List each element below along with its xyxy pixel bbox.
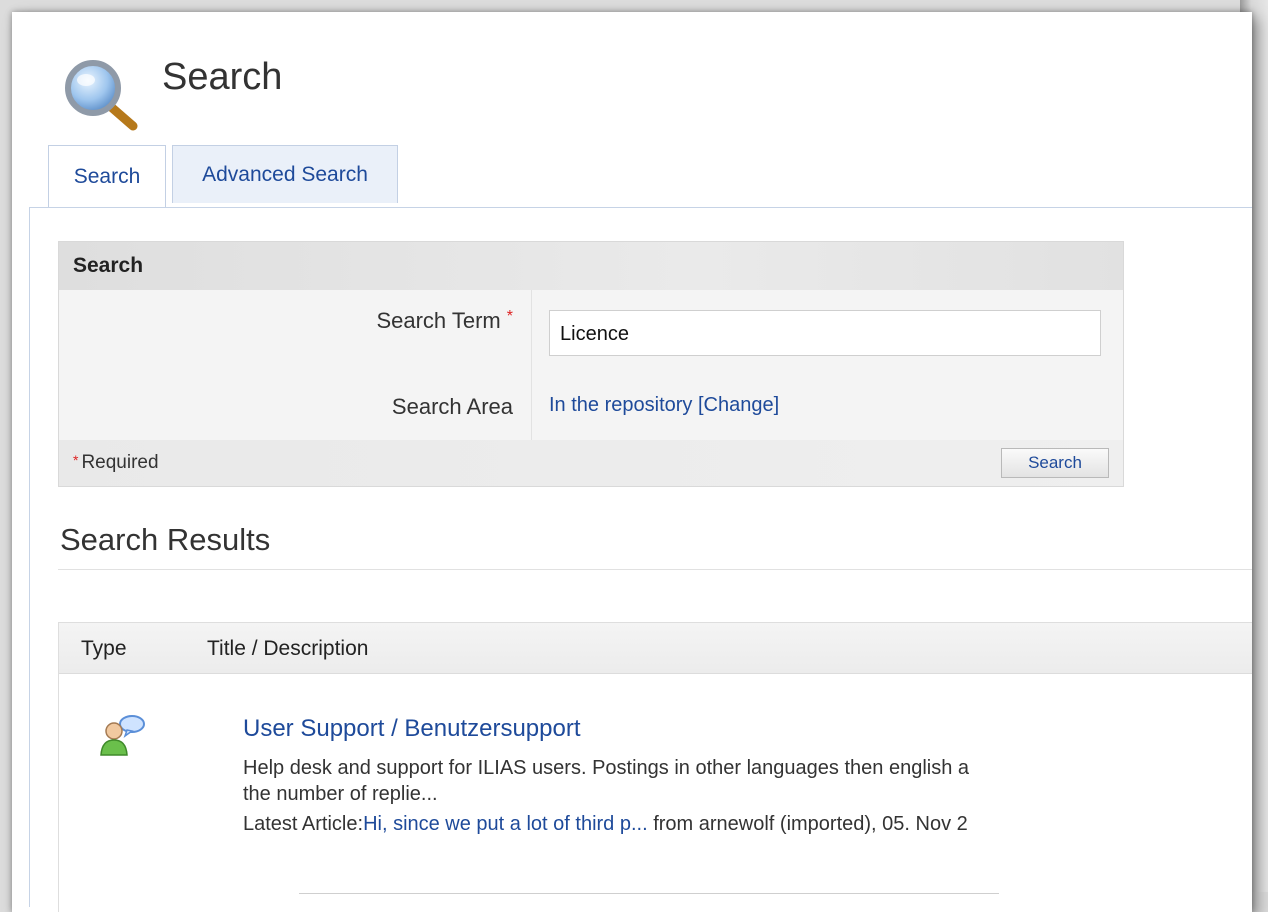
results-table-header: Type Title / Description bbox=[59, 623, 1252, 674]
tab-search[interactable]: Search bbox=[48, 145, 166, 207]
search-form-header: Search bbox=[59, 242, 1123, 290]
search-form: Search Search Term * Licence Search Area … bbox=[58, 241, 1124, 487]
search-form-footer: * Required Search bbox=[59, 440, 1123, 486]
search-term-input[interactable]: Licence bbox=[549, 310, 1101, 356]
result-description-line-2: the number of replie... bbox=[243, 783, 438, 805]
result-description-line-1: Help desk and support for ILIAS users. P… bbox=[243, 757, 970, 779]
forum-users-icon bbox=[100, 715, 145, 756]
search-term-label: Search Term * bbox=[376, 308, 513, 333]
latest-article-link[interactable]: Hi, since we put a lot of third p... bbox=[363, 813, 648, 835]
result-description: Help desk and support for ILIAS users. P… bbox=[243, 755, 1252, 807]
search-button[interactable]: Search bbox=[1001, 448, 1109, 478]
search-area-label: Search Area bbox=[391, 394, 513, 419]
column-title-description: Title / Description bbox=[207, 637, 369, 660]
tab-advanced-search[interactable]: Advanced Search bbox=[172, 145, 398, 203]
latest-article-meta: from arnewolf (imported), 05. Nov 2 bbox=[647, 813, 968, 835]
results-divider bbox=[58, 569, 1252, 570]
result-latest-article: Latest Article:Hi, since we put a lot of… bbox=[243, 813, 968, 836]
search-area-change-link[interactable]: In the repository [Change] bbox=[549, 394, 779, 417]
column-type: Type bbox=[81, 637, 127, 660]
latest-article-label: Latest Article: bbox=[243, 813, 364, 835]
tab-underline bbox=[29, 207, 1252, 208]
required-star: * bbox=[506, 308, 513, 325]
result-title-link[interactable]: User Support / Benutzersupport bbox=[243, 715, 581, 743]
content-left-border bbox=[29, 207, 30, 907]
page-window: Search Search Advanced Search Search Sea… bbox=[12, 12, 1252, 912]
page-title: Search bbox=[162, 56, 283, 98]
results-title: Search Results bbox=[60, 522, 271, 557]
form-column-divider bbox=[531, 290, 532, 440]
magnifier-icon bbox=[65, 60, 138, 131]
result-row-divider bbox=[299, 893, 999, 894]
required-note: * Required bbox=[73, 452, 159, 473]
results-table: Type Title / Description User Support / … bbox=[58, 622, 1252, 912]
